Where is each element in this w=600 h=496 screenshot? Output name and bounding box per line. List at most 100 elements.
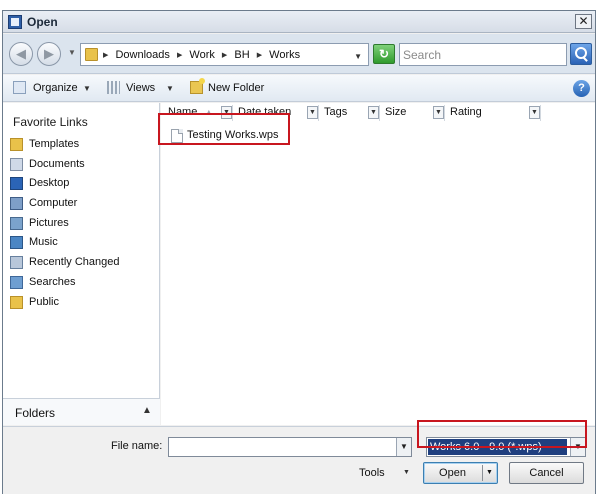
searches-icon	[10, 275, 23, 289]
breadcrumb-separator-icon[interactable]: ▶	[177, 52, 182, 59]
folder-icon	[10, 138, 23, 151]
views-button[interactable]: Views	[126, 82, 155, 94]
sort-ascending-icon: ▲	[205, 109, 213, 116]
organize-button[interactable]: Organize	[33, 82, 78, 94]
breadcrumb-works[interactable]: Works	[269, 49, 300, 61]
file-type-dropdown-icon[interactable]: ▼	[570, 438, 585, 456]
sidebar-item-searches[interactable]: Searches	[3, 273, 159, 293]
sidebar-item-music[interactable]: Music	[3, 233, 159, 253]
search-input[interactable]	[403, 45, 563, 64]
back-button[interactable]: ◀	[9, 42, 33, 66]
desktop-icon	[10, 177, 23, 191]
documents-icon	[10, 157, 23, 171]
open-dialog: Open ✕ ◀ ▶ ▼ ▶ Downloads ▶ Work ▶ BH ▶ W…	[2, 10, 596, 494]
column-tags-dropdown-icon[interactable]: ▼	[368, 106, 379, 119]
column-rating-dropdown-icon[interactable]: ▼	[529, 106, 540, 119]
title-bar: Open ✕	[3, 11, 595, 33]
file-type-select[interactable]: Works 6.0 - 9.0 (*.wps) ▼	[426, 437, 586, 457]
open-button[interactable]: Open ▼	[423, 462, 498, 484]
toolbar: Organize ▼ Views ▼ New Folder ?	[3, 75, 595, 102]
split-divider	[482, 465, 483, 481]
file-name-input[interactable]	[171, 439, 396, 456]
chevron-up-icon[interactable]: ▲	[142, 405, 152, 416]
sidebar-item-label: Computer	[29, 197, 78, 210]
close-button[interactable]: ✕	[575, 14, 592, 29]
breadcrumb-bh[interactable]: BH	[234, 49, 249, 61]
column-tags[interactable]: Tags ▼	[319, 105, 380, 121]
column-rating[interactable]: Rating ▼	[445, 105, 541, 121]
file-name-dropdown-icon[interactable]: ▼	[396, 438, 411, 456]
sidebar-item-label: Music	[29, 236, 58, 249]
column-tags-label: Tags	[324, 106, 348, 118]
help-icon[interactable]: ?	[573, 80, 590, 97]
sidebar-item-documents[interactable]: Documents	[3, 155, 159, 175]
address-row: ◀ ▶ ▼ ▶ Downloads ▶ Work ▶ BH ▶ Works ▼ …	[3, 34, 595, 74]
column-name[interactable]: Name ▲ ▼	[163, 105, 233, 121]
breadcrumb-separator-icon[interactable]: ▶	[257, 52, 262, 59]
breadcrumb-separator-icon[interactable]: ▶	[103, 52, 108, 59]
sidebar-item-recently-changed[interactable]: Recently Changed	[3, 253, 159, 273]
new-folder-button[interactable]: New Folder	[208, 82, 264, 94]
forward-button[interactable]: ▶	[37, 42, 61, 66]
column-date-taken-dropdown-icon[interactable]: ▼	[307, 106, 318, 119]
file-type-value: Works 6.0 - 9.0 (*.wps)	[428, 439, 567, 455]
sidebar-item-label: Searches	[29, 275, 76, 288]
sidebar-item-computer[interactable]: Computer	[3, 194, 159, 214]
sidebar-item-label: Recently Changed	[29, 256, 120, 269]
tools-dropdown-icon[interactable]: ▼	[403, 469, 410, 476]
sidebar-item-public[interactable]: Public	[3, 293, 159, 313]
column-size-label: Size	[385, 106, 407, 118]
breadcrumb-separator-icon[interactable]: ▶	[222, 52, 227, 59]
computer-icon	[10, 197, 23, 211]
open-options-dropdown-icon[interactable]: ▼	[486, 463, 493, 483]
cancel-button[interactable]: Cancel	[509, 462, 584, 484]
navigation-pane: Favorite Links Templates Documents Deskt…	[3, 103, 160, 425]
address-dropdown-icon[interactable]: ▼	[354, 52, 362, 61]
column-name-label: Name	[168, 106, 198, 118]
sidebar-item-desktop[interactable]: Desktop	[3, 174, 159, 194]
sidebar-item-label: Public	[29, 295, 59, 308]
folders-label: Folders	[15, 406, 56, 420]
address-bar[interactable]: ▶ Downloads ▶ Work ▶ BH ▶ Works ▼	[80, 43, 369, 66]
column-rating-label: Rating	[450, 106, 482, 118]
file-name-combo[interactable]: ▼	[168, 437, 412, 457]
sidebar-item-label: Pictures	[29, 216, 69, 229]
recent-pages-dropdown-icon[interactable]: ▼	[68, 48, 76, 57]
pictures-icon	[10, 216, 23, 230]
column-name-dropdown-icon[interactable]: ▼	[221, 106, 232, 119]
new-folder-icon	[190, 78, 205, 94]
file-name: Testing Works.wps	[187, 129, 279, 141]
search-icon[interactable]	[570, 43, 592, 65]
favorite-links-list: Templates Documents Desktop Computer Pic…	[3, 135, 159, 312]
tools-button[interactable]: Tools	[359, 467, 385, 479]
sidebar-item-label: Templates	[29, 138, 80, 150]
column-date-taken[interactable]: Date taken ▼	[233, 105, 319, 121]
views-icon	[107, 81, 120, 94]
open-button-label: Open	[439, 467, 466, 479]
recent-icon	[10, 256, 23, 270]
folder-icon	[85, 48, 98, 61]
folder-icon	[10, 295, 23, 309]
column-date-taken-label: Date taken	[238, 106, 292, 118]
organize-dropdown-icon[interactable]: ▼	[83, 84, 91, 93]
column-headers: Name ▲ ▼ Date taken ▼ Tags ▼ Size ▼ Ratin…	[161, 103, 595, 121]
app-icon	[8, 15, 22, 29]
sidebar-item-templates[interactable]: Templates	[3, 135, 159, 155]
breadcrumb: ▶ Downloads ▶ Work ▶ BH ▶ Works	[103, 49, 304, 61]
column-size-dropdown-icon[interactable]: ▼	[433, 106, 444, 119]
column-size[interactable]: Size ▼	[380, 105, 445, 121]
refresh-button[interactable]: ↻	[373, 44, 395, 64]
breadcrumb-downloads[interactable]: Downloads	[115, 49, 169, 61]
views-dropdown-icon[interactable]: ▼	[166, 84, 174, 93]
organize-icon	[13, 81, 26, 94]
search-box[interactable]	[399, 43, 567, 66]
music-icon	[10, 236, 23, 250]
file-list: Name ▲ ▼ Date taken ▼ Tags ▼ Size ▼ Ratin…	[161, 103, 595, 425]
sidebar-item-label: Documents	[29, 157, 85, 170]
file-name-label: File name:	[111, 440, 163, 452]
folders-toggle[interactable]: Folders ▲	[3, 398, 160, 425]
sidebar-item-label: Desktop	[29, 177, 70, 190]
sidebar-item-pictures[interactable]: Pictures	[3, 214, 159, 234]
breadcrumb-work[interactable]: Work	[189, 49, 214, 61]
document-icon	[171, 129, 183, 143]
